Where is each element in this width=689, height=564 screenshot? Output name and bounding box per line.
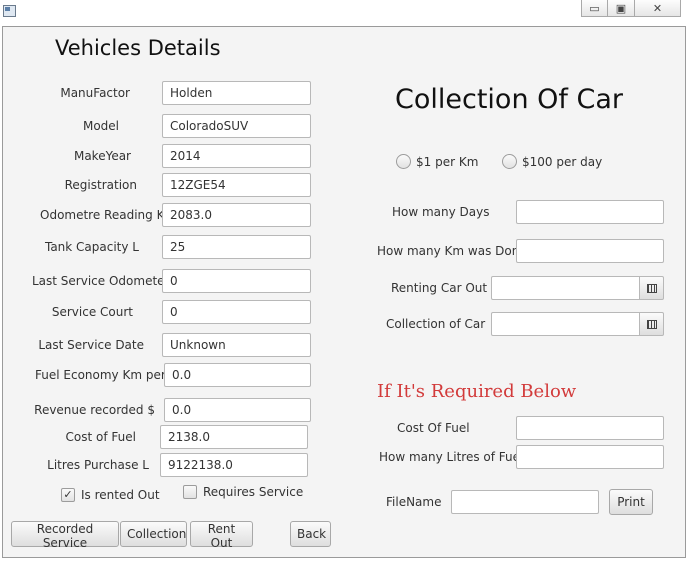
model-input[interactable] bbox=[162, 114, 311, 138]
cost-of-fuel-label: Cost of Fuel bbox=[65, 430, 136, 444]
back-button[interactable]: Back bbox=[290, 521, 331, 547]
fuel-economy-input[interactable] bbox=[164, 363, 311, 387]
collection-of-car-calendar-button[interactable] bbox=[640, 312, 664, 336]
cost-of-fuel-input[interactable] bbox=[160, 425, 308, 449]
per-day-label: $100 per day bbox=[522, 155, 603, 169]
calendar-icon bbox=[646, 319, 657, 329]
litres-purchase-input[interactable] bbox=[160, 453, 308, 477]
revenue-recorded-label: Revenue recorded $ bbox=[34, 403, 155, 417]
service-court-label: Service Court bbox=[51, 305, 133, 319]
revenue-recorded-input[interactable] bbox=[164, 398, 311, 422]
km-done-input[interactable] bbox=[516, 239, 664, 263]
close-button[interactable]: ✕ bbox=[635, 0, 681, 17]
per-day-radio[interactable] bbox=[502, 154, 517, 169]
service-court-input[interactable] bbox=[162, 300, 311, 324]
print-button[interactable]: Print bbox=[609, 489, 653, 515]
rent-out-button[interactable]: Rent Out bbox=[190, 521, 253, 550]
registration-label: Registration bbox=[64, 178, 137, 192]
title-bar: ▭ ▣ ✕ bbox=[0, 0, 689, 26]
last-service-date-label: Last Service Date bbox=[38, 338, 144, 352]
app-icon bbox=[3, 5, 16, 17]
filename-label: FileName bbox=[386, 495, 442, 509]
requires-service-checkbox[interactable] bbox=[183, 485, 197, 499]
how-many-days-input[interactable] bbox=[516, 200, 664, 224]
tank-capacity-input[interactable] bbox=[162, 235, 311, 259]
litres-of-fuel-label: How many Litres of Fuel bbox=[379, 450, 524, 464]
cost-of-fuel-right-input[interactable] bbox=[516, 416, 664, 440]
km-done-label: How many Km was Done bbox=[377, 244, 527, 258]
renting-car-out-calendar-button[interactable] bbox=[640, 276, 664, 300]
last-service-odometer-input[interactable] bbox=[162, 269, 311, 293]
manufactor-label: ManuFactor bbox=[60, 86, 130, 100]
last-service-date-input[interactable] bbox=[162, 333, 311, 357]
cost-of-fuel-right-label: Cost Of Fuel bbox=[397, 421, 470, 435]
vehicles-details-title: Vehicles Details bbox=[55, 36, 221, 60]
registration-input[interactable] bbox=[162, 173, 311, 197]
last-service-odometer-label: Last Service Odometer bbox=[32, 274, 170, 288]
recorded-service-button[interactable]: Recorded Service bbox=[11, 521, 119, 550]
calendar-icon bbox=[646, 283, 657, 293]
collection-of-car-label: Collection of Car bbox=[386, 317, 486, 331]
requires-service-label: Requires Service bbox=[203, 485, 304, 499]
collection-button[interactable]: Collection bbox=[120, 521, 187, 547]
litres-of-fuel-input[interactable] bbox=[516, 445, 664, 469]
tank-capacity-label: Tank Capacity L bbox=[44, 240, 139, 254]
window-controls: ▭ ▣ ✕ bbox=[581, 0, 681, 18]
collection-of-car-title: Collection Of Car bbox=[395, 84, 623, 115]
per-km-label: $1 per Km bbox=[416, 155, 479, 169]
is-rented-out-checkbox[interactable]: ✓ bbox=[61, 488, 75, 502]
is-rented-out-label: Is rented Out bbox=[81, 488, 160, 502]
filename-input[interactable] bbox=[451, 490, 599, 514]
manufactor-input[interactable] bbox=[162, 81, 311, 105]
maximize-button[interactable]: ▣ bbox=[608, 0, 635, 17]
odometre-reading-label: Odometre Reading Km bbox=[40, 208, 177, 222]
required-below-heading: If It's Required Below bbox=[377, 381, 577, 402]
renting-car-out-date-input[interactable] bbox=[491, 276, 640, 300]
app-window: Vehicles Details ManuFactor Model MakeYe… bbox=[2, 26, 686, 558]
minimize-button[interactable]: ▭ bbox=[581, 0, 608, 17]
model-label: Model bbox=[82, 119, 119, 133]
renting-car-out-label: Renting Car Out bbox=[391, 281, 488, 295]
collection-of-car-date-input[interactable] bbox=[491, 312, 640, 336]
makeyear-label: MakeYear bbox=[73, 149, 131, 163]
per-km-radio[interactable] bbox=[396, 154, 411, 169]
odometre-reading-input[interactable] bbox=[162, 203, 311, 227]
fuel-economy-label: Fuel Economy Km per L bbox=[35, 368, 177, 382]
makeyear-input[interactable] bbox=[162, 144, 311, 168]
how-many-days-label: How many Days bbox=[392, 205, 490, 219]
litres-purchase-label: Litres Purchase L bbox=[47, 458, 149, 472]
